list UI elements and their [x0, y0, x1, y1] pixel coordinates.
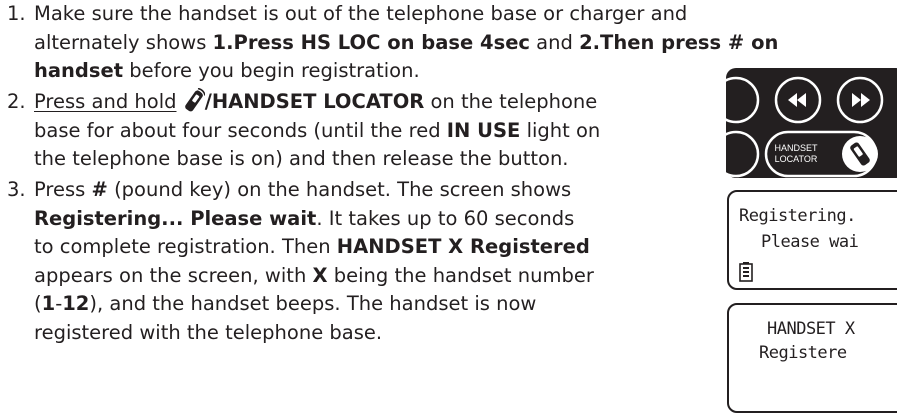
bold-text: 12	[62, 292, 90, 315]
step-line: registered with the telephone base.	[34, 319, 594, 348]
handset-screen-registered: HANDSET X Registere	[727, 303, 897, 413]
step-text: Make sure the handset is out of the tele…	[34, 0, 778, 86]
text-run: before you begin registration.	[123, 59, 420, 82]
step-line: the telephone base is on) and then relea…	[34, 145, 600, 174]
text-run: on the telephone	[424, 90, 598, 113]
text-run: being the handset number	[327, 263, 594, 287]
step-number: 2.	[7, 90, 26, 113]
handset-screen-registering: Registering. Please wai	[727, 190, 897, 290]
base-button-panel: HANDSET LOCATOR	[726, 68, 897, 178]
text-run: Make sure the handset is out of the tele…	[34, 2, 688, 25]
text-run: the telephone base is on) and then relea…	[34, 147, 569, 170]
step-text: Press and hold /HANDSET LOCATOR on the t…	[34, 88, 600, 174]
bold-text: IN USE	[446, 118, 521, 142]
screen-line-2: Please wai	[761, 232, 859, 252]
underlined-text: Press and hold	[34, 90, 177, 113]
step-line: Press # (pound key) on the handset. The …	[34, 176, 594, 205]
text-run: (pound key) on the handset. The screen s…	[107, 178, 572, 201]
bold-text: handset	[34, 59, 124, 82]
text-run: (	[34, 292, 42, 315]
step-text: Press # (pound key) on the handset. The …	[34, 176, 594, 347]
text-run: Press	[34, 178, 92, 201]
text-run: alternately shows	[34, 30, 213, 54]
bold-text: Registering... Please wait	[34, 206, 317, 230]
step-line: Registering... Please wait. It takes up …	[34, 205, 594, 234]
text-run: appears on the screen, with	[34, 263, 313, 287]
text-run: and	[529, 30, 580, 54]
locator-label-line2: LOCATOR	[775, 154, 818, 164]
text-run: light on	[520, 118, 601, 142]
screen-line-1: Registering.	[739, 206, 856, 226]
base-panel-drawing: HANDSET LOCATOR	[726, 68, 897, 178]
bold-text: /HANDSET LOCATOR	[204, 90, 425, 113]
screen-line-2: Registere	[759, 343, 847, 363]
bold-text: 1	[41, 292, 56, 315]
bold-text: 2.Then press # on	[579, 30, 779, 54]
battery-icon	[739, 262, 753, 282]
step-line: to complete registration. Then HANDSET X…	[34, 233, 594, 262]
step-number: 1.	[7, 2, 26, 25]
bold-text: X	[312, 263, 328, 287]
text-run: . It takes up to 60 seconds	[316, 206, 575, 230]
step-line: Make sure the handset is out of the tele…	[34, 0, 778, 29]
step-line: Press and hold /HANDSET LOCATOR on the t…	[34, 88, 600, 117]
locator-label-line1: HANDSET	[774, 143, 818, 153]
step-line: alternately shows 1.Press HS LOC on base…	[34, 29, 778, 58]
text-run: base for about four seconds (until the r…	[34, 118, 447, 142]
text-run: registered with the telephone base.	[34, 320, 383, 344]
step-line: (1-12), and the handset beeps. The hands…	[34, 290, 594, 319]
step-line: appears on the screen, with X being the …	[34, 262, 594, 291]
bold-text: HANDSET X Registered	[336, 235, 590, 258]
bold-text: #	[91, 178, 108, 201]
handset-locator-icon	[184, 88, 205, 112]
text-run: ), and the handset beeps. The handset is…	[89, 292, 537, 315]
screen-line-1: HANDSET X	[767, 319, 855, 339]
step-number: 3.	[7, 178, 26, 201]
step-line: base for about four seconds (until the r…	[34, 117, 600, 146]
step-line: handset before you begin registration.	[34, 57, 778, 86]
bold-text: 1.Press HS LOC on base 4sec	[212, 30, 530, 54]
text-run: to complete registration. Then	[34, 235, 337, 258]
handset-locator-icon	[183, 88, 205, 113]
